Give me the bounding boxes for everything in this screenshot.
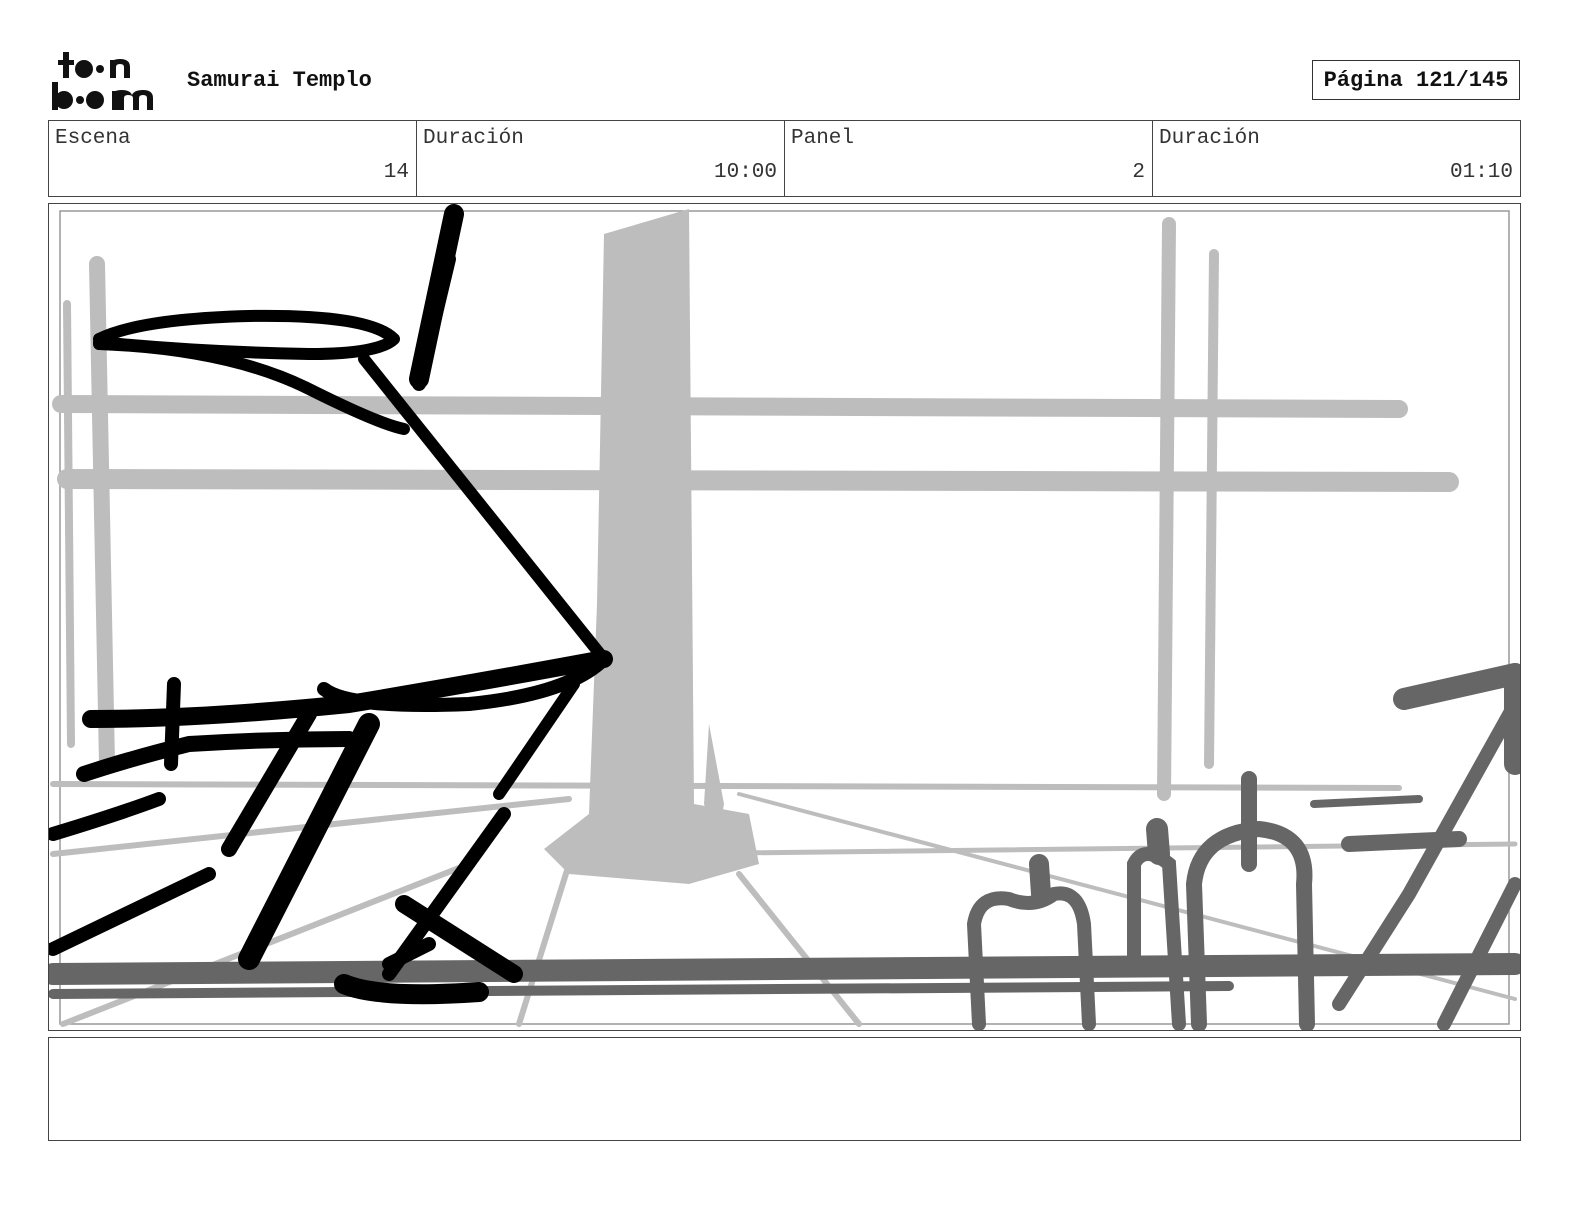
page-number: Página 121/145 bbox=[1312, 60, 1520, 100]
project-title: Samurai Templo bbox=[187, 68, 372, 93]
scene-value: 14 bbox=[383, 161, 409, 184]
panel-cell: Panel 2 bbox=[785, 121, 1153, 196]
scene-info-table: Escena 14 Duración 10:00 Panel 2 Duració… bbox=[48, 120, 1521, 197]
scene-cell: Escena 14 bbox=[49, 121, 417, 196]
scene-duration-value: 10:00 bbox=[713, 161, 777, 184]
panel-sketch bbox=[49, 204, 1520, 1030]
panel-duration-cell: Duración 01:10 bbox=[1153, 121, 1520, 196]
panel-duration-label: Duración bbox=[1159, 127, 1260, 150]
character-sketch bbox=[49, 204, 613, 1005]
notes-box[interactable] bbox=[48, 1037, 1521, 1141]
toon-boom-logo bbox=[50, 50, 165, 112]
panel-value: 2 bbox=[1132, 161, 1145, 184]
scene-duration-cell: Duración 10:00 bbox=[417, 121, 785, 196]
panel-duration-value: 01:10 bbox=[1449, 161, 1513, 184]
scene-label: Escena bbox=[55, 127, 131, 150]
panel-label: Panel bbox=[791, 127, 855, 150]
foreground-right-sketch bbox=[49, 663, 1520, 1030]
storyboard-panel bbox=[48, 203, 1521, 1031]
scene-duration-label: Duración bbox=[423, 127, 524, 150]
